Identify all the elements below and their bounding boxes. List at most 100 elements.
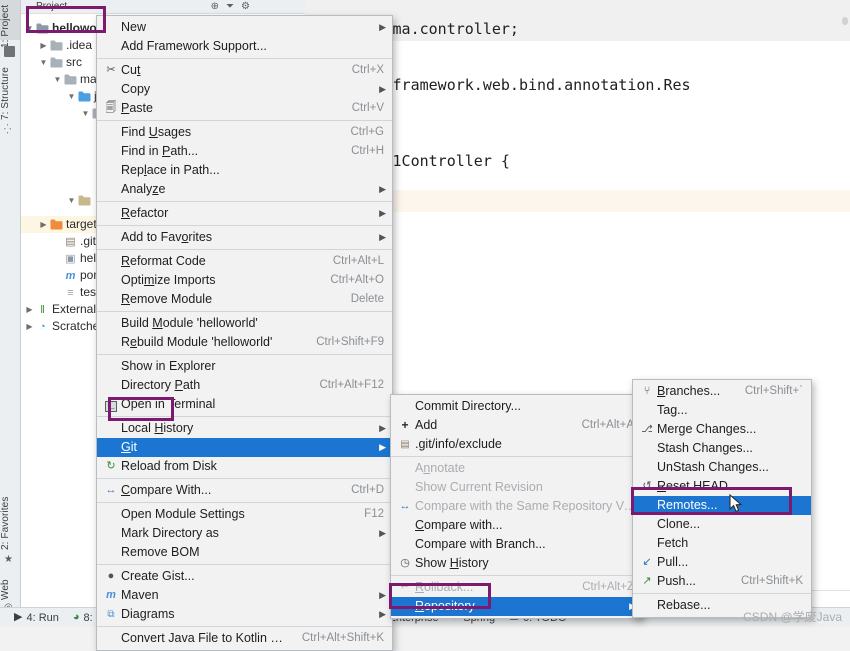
menu-item-shortcut: Ctrl+Alt+F12 (319, 379, 384, 391)
menu-item-find-in-path[interactable]: Find in Path... Ctrl+H (97, 142, 392, 161)
chevron-right-icon[interactable]: ▶ (38, 216, 49, 233)
menu-item-remove-module[interactable]: Remove Module Delete (97, 290, 392, 309)
maven-icon: m (106, 589, 116, 601)
menu-item-fetch[interactable]: Fetch (633, 534, 811, 553)
menu-item-shortcut: Ctrl+Alt+L (332, 255, 384, 267)
chevron-down-icon[interactable]: ▼ (66, 192, 77, 209)
menu-item-copy[interactable]: Copy ▶ (97, 80, 392, 99)
menu-item-compare-with-branch[interactable]: Compare with Branch... (391, 535, 642, 554)
menu-item-optimize-imports[interactable]: Optimize Imports Ctrl+Alt+O (97, 271, 392, 290)
menu-item-push[interactable]: ↗ Push... Ctrl+Shift+K (633, 572, 811, 591)
sidebar-item-project-label: 1: Project (0, 4, 11, 48)
git-submenu[interactable]: Commit Directory... + Add Ctrl+Alt+A ▤ .git/i… (390, 394, 643, 619)
menu-item-compare-with[interactable]: Compare with... (391, 516, 642, 535)
menu-separator (97, 502, 392, 503)
menu-item-label: Compare With... (121, 483, 212, 497)
menu-item-local-history[interactable]: Local History ▶ (97, 419, 392, 438)
menu-item-refactor[interactable]: Refactor ▶ (97, 204, 392, 223)
chevron-down-icon[interactable]: ▼ (24, 20, 35, 37)
project-window-header: Project ⊕⏷⚙ (20, 0, 305, 14)
sidebar-item-structure[interactable]: 7: Structure (0, 58, 20, 120)
menu-separator (97, 564, 392, 565)
menu-item-replace-in-path[interactable]: Replace in Path... (97, 161, 392, 180)
context-menu[interactable]: New ▶ Add Framework Support... ✂ Cut Ctrl+X Co… (96, 15, 393, 651)
project-toolbar-icons[interactable]: ⊕⏷⚙ (211, 1, 257, 12)
menu-item-add-framework-support[interactable]: Add Framework Support... (97, 37, 392, 56)
menu-item-open-module-settings[interactable]: Open Module Settings F12 (97, 505, 392, 524)
menu-item-mark-directory-as[interactable]: Mark Directory as ▶ (97, 524, 392, 543)
menu-item-tag[interactable]: Tag... (633, 401, 811, 420)
menu-item-clone[interactable]: Clone... (633, 515, 811, 534)
menu-item-label: Cut (121, 63, 141, 77)
menu-item-merge-changes[interactable]: ⎇ Merge Changes... (633, 420, 811, 439)
chevron-down-icon[interactable]: ▼ (38, 54, 49, 71)
menu-item-remotes[interactable]: Remotes... (633, 496, 811, 515)
menu-item-label: Mark Directory as (121, 526, 219, 540)
menu-item-label: Rebuild Module 'helloworld' (121, 335, 273, 349)
menu-item-reset-head[interactable]: ↺ Reset HEAD... (633, 477, 811, 496)
menu-item-analyze[interactable]: Analyze ▶ (97, 180, 392, 199)
menu-item-rebuild-module-helloworld[interactable]: Rebuild Module 'helloworld' Ctrl+Shift+F9 (97, 333, 392, 352)
menu-item-git-info-exclude[interactable]: ▤ .git/info/exclude (391, 435, 642, 454)
menu-item-diagrams[interactable]: ⧉ Diagrams ▶ (97, 605, 392, 624)
status-item-4-run[interactable]: ▶ 4: Run (14, 612, 59, 624)
menu-item-git[interactable]: Git ▶ (97, 438, 392, 457)
menu-item-remove-bom[interactable]: Remove BOM (97, 543, 392, 562)
menu-item-paste[interactable]: 🗐 Paste Ctrl+V (97, 99, 392, 118)
menu-item-directory-path[interactable]: Directory Path Ctrl+Alt+F12 (97, 376, 392, 395)
sidebar-item-web[interactable]: Web (0, 566, 20, 600)
rollback-icon: ↩ (400, 581, 410, 593)
sidebar-item-project[interactable]: 1: Project (0, 2, 20, 48)
sidebar-item-web-label: Web (0, 579, 11, 600)
menu-item-convert-java-file-to-kotlin-file[interactable]: Convert Java File to Kotlin File Ctrl+Alt… (97, 629, 392, 648)
menu-item-add-to-favorites[interactable]: Add to Favorites ▶ (97, 228, 392, 247)
menu-item-compare-with-the-same-repository-version: ↔ Compare with the Same Repository Versio… (391, 497, 643, 516)
menu-item-pull[interactable]: ↙ Pull... (633, 553, 811, 572)
menu-item-add[interactable]: + Add Ctrl+Alt+A (391, 416, 642, 435)
menu-item-branches[interactable]: ⑂ Branches... Ctrl+Shift+` (633, 382, 811, 401)
menu-item-create-gist[interactable]: ● Create Gist... (97, 567, 392, 586)
menu-item-compare-with[interactable]: ↔ Compare With... Ctrl+D (97, 481, 392, 500)
chevron-down-icon[interactable]: ▼ (52, 71, 63, 88)
chevron-right-icon[interactable]: ▶ (24, 301, 35, 318)
menu-item-label: Fetch (657, 536, 689, 550)
menu-item-reformat-code[interactable]: Reformat Code Ctrl+Alt+L (97, 252, 392, 271)
chevron-right-icon: ▶ (379, 22, 386, 32)
menu-item-label: Directory Path (121, 378, 201, 392)
scrollbar-thumb[interactable] (842, 17, 848, 25)
resource-folder-icon (77, 192, 92, 209)
maven-file-icon: m (65, 269, 76, 282)
repository-submenu[interactable]: ⑂ Branches... Ctrl+Shift+` Tag... ⎇ Merge Cha… (632, 379, 812, 618)
menu-item-build-module-helloworld[interactable]: Build Module 'helloworld' (97, 314, 392, 333)
menu-item-label: Reformat Code (121, 254, 206, 268)
menu-item-find-usages[interactable]: Find Usages Ctrl+G (97, 123, 392, 142)
status-item-label: 4: Run (26, 611, 59, 624)
scratches-icon: ◔ (39, 320, 46, 333)
sidebar-item-favorites[interactable]: 2: Favorites (0, 480, 20, 550)
module-icon (35, 20, 50, 37)
chevron-down-icon[interactable]: ▼ (66, 88, 77, 105)
menu-item-label: Rollback... (415, 580, 474, 594)
menu-item-reload-from-disk[interactable]: ↻ Reload from Disk (97, 457, 392, 476)
menu-item-open-in-terminal[interactable]: >_ Open in Terminal (97, 395, 392, 414)
menu-item-label: Branches... (657, 384, 721, 398)
chevron-down-icon[interactable]: ▼ (80, 105, 91, 122)
reset-icon: ↺ (642, 480, 652, 492)
menu-item-new[interactable]: New ▶ (97, 18, 392, 37)
menu-item-stash-changes[interactable]: Stash Changes... (633, 439, 811, 458)
chevron-right-icon[interactable]: ▶ (38, 37, 49, 54)
menu-item-show-in-explorer[interactable]: Show in Explorer (97, 357, 392, 376)
chevron-right-icon[interactable]: ▶ (24, 318, 35, 335)
menu-item-unstash-changes[interactable]: UnStash Changes... (633, 458, 811, 477)
menu-item-annotate: Annotate (391, 459, 642, 478)
menu-item-repository[interactable]: Repository▶ (391, 597, 642, 616)
menu-item-label: Compare with Branch... (415, 537, 546, 551)
menu-item-cut[interactable]: ✂ Cut Ctrl+X (97, 61, 392, 80)
services-icon: ◕ (72, 611, 80, 623)
menu-item-show-history[interactable]: ◷ Show History (391, 554, 642, 573)
menu-separator (97, 201, 392, 202)
project-window-title: Project (36, 1, 68, 12)
folder-icon (49, 37, 64, 54)
menu-item-maven[interactable]: m Maven ▶ (97, 586, 392, 605)
menu-item-commit-directory[interactable]: Commit Directory... (391, 397, 642, 416)
